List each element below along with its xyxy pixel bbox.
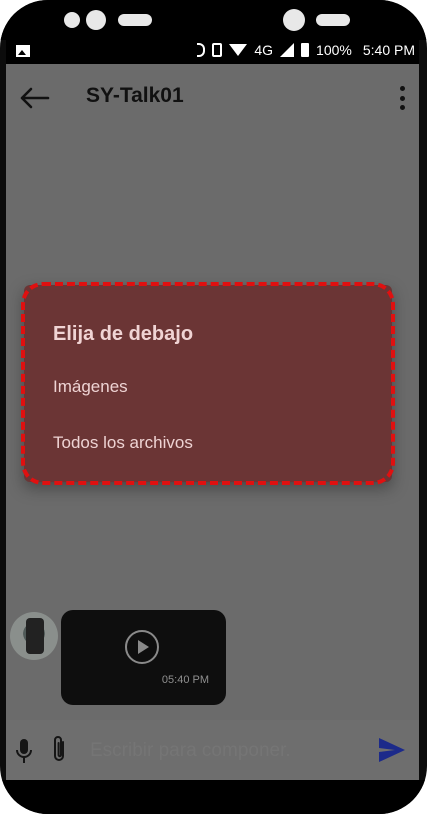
wifi-icon bbox=[229, 44, 248, 56]
status-bar: 4G 100% 5:40 PM bbox=[6, 40, 419, 64]
message-composer bbox=[6, 720, 419, 780]
image-notification-icon bbox=[16, 45, 30, 57]
front-camera bbox=[86, 10, 106, 30]
play-icon[interactable] bbox=[125, 630, 159, 664]
phone-frame: 4G 100% 5:40 PM SY-Talk01 05:40 PM Escri… bbox=[0, 0, 427, 814]
vibrate-icon bbox=[212, 43, 223, 57]
highlight-outline bbox=[21, 282, 395, 485]
front-camera-2 bbox=[283, 9, 305, 31]
send-icon[interactable] bbox=[377, 736, 407, 764]
attach-icon[interactable] bbox=[50, 734, 68, 764]
earpiece bbox=[118, 14, 152, 26]
contact-avatar[interactable] bbox=[10, 612, 58, 660]
signal-icon bbox=[280, 43, 295, 57]
phone-top-bezel bbox=[0, 0, 427, 40]
sensor-dot bbox=[64, 12, 80, 28]
sensor-bar bbox=[316, 14, 350, 26]
video-message-bubble[interactable]: 05:40 PM bbox=[61, 610, 226, 705]
more-options-icon[interactable] bbox=[399, 86, 405, 110]
microphone-icon[interactable] bbox=[16, 738, 32, 764]
bluetooth-icon bbox=[197, 43, 206, 57]
message-input[interactable] bbox=[90, 740, 360, 762]
network-type: 4G bbox=[254, 42, 274, 58]
message-timestamp: 05:40 PM bbox=[161, 674, 209, 686]
phone-bottom-bezel bbox=[0, 780, 427, 814]
app-bar: SY-Talk01 bbox=[6, 64, 419, 134]
back-arrow-icon[interactable] bbox=[18, 86, 50, 110]
chat-title: SY-Talk01 bbox=[86, 84, 184, 107]
clock: 5:40 PM bbox=[362, 42, 415, 58]
battery-level: 100% bbox=[316, 42, 352, 58]
battery-icon bbox=[301, 43, 310, 57]
